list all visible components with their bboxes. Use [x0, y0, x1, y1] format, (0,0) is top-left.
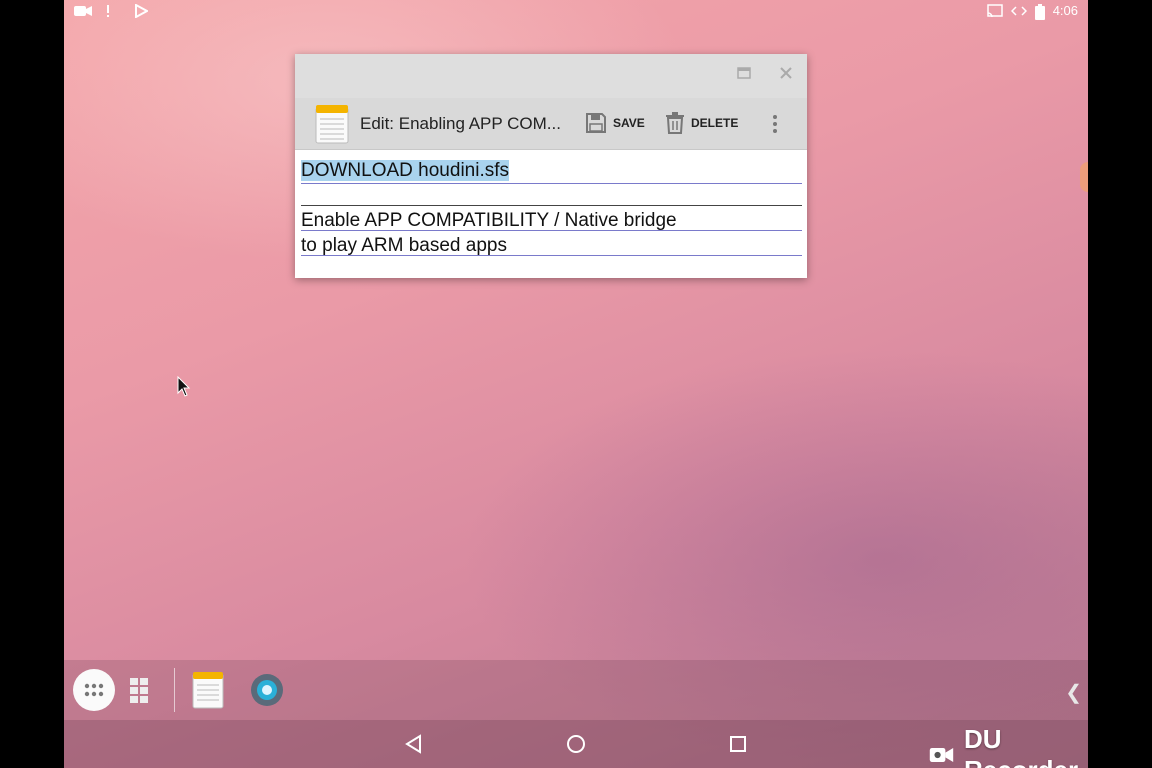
- body-underline-2: [301, 255, 802, 256]
- app-drawer-icon[interactable]: [72, 668, 116, 712]
- title-field[interactable]: DOWNLOAD houdini.sfs: [301, 160, 802, 182]
- battery-icon: [1034, 3, 1045, 20]
- play-store-icon: [134, 3, 150, 19]
- window-title-bar[interactable]: [295, 54, 807, 98]
- clock: 4:06: [1052, 3, 1078, 18]
- maximize-icon[interactable]: [735, 66, 753, 84]
- alert-icon: [104, 4, 120, 18]
- cast-icon: [986, 3, 1003, 18]
- body-field-line-1[interactable]: Enable APP COMPATIBILITY / Native bridge: [301, 210, 802, 232]
- recent-apps-grid-icon[interactable]: [122, 668, 166, 712]
- notepad-icon: [315, 104, 349, 144]
- recorder-camera-icon: [929, 747, 954, 763]
- notepad-app-icon[interactable]: [186, 668, 230, 712]
- recents-icon[interactable]: [726, 732, 750, 756]
- body-underline-1: [301, 230, 802, 231]
- watermark-text: DU Recorder: [963, 724, 1078, 768]
- android-desktop: 4:06 Edit: Enabling APP COM... SAVE DELE…: [64, 0, 1088, 768]
- edge-handle[interactable]: [1080, 162, 1088, 192]
- delete-label: DELETE: [691, 116, 739, 130]
- floppy-disk-icon: [586, 113, 606, 133]
- overflow-menu-icon[interactable]: [765, 112, 785, 138]
- du-recorder-watermark: DU Recorder: [929, 724, 1088, 768]
- body-field-line-2[interactable]: to play ARM based apps: [301, 235, 802, 257]
- home-icon[interactable]: [564, 732, 588, 756]
- taskbar-separator: [174, 668, 175, 712]
- back-icon[interactable]: [402, 732, 426, 756]
- field-divider: [301, 205, 802, 206]
- save-label: SAVE: [613, 116, 645, 130]
- mouse-pointer-icon: [177, 376, 191, 397]
- chevron-left-icon[interactable]: ❮: [1065, 680, 1082, 705]
- status-bar: 4:06: [64, 0, 1088, 24]
- note-body: DOWNLOAD houdini.sfs Enable APP COMPATIB…: [295, 150, 807, 278]
- note-title: Edit: Enabling APP COM...: [360, 114, 561, 133]
- editor-toolbar: Edit: Enabling APP COM... SAVE DELETE: [295, 98, 807, 150]
- delete-button[interactable]: DELETE: [665, 110, 738, 136]
- video-camera-icon: [74, 4, 92, 18]
- note-editor-window: Edit: Enabling APP COM... SAVE DELETE DO…: [295, 54, 807, 278]
- save-button[interactable]: SAVE: [585, 110, 645, 136]
- camera-app-icon[interactable]: [245, 668, 289, 712]
- taskbar: ❮: [64, 660, 1088, 720]
- trash-icon: [666, 112, 684, 134]
- selected-title-text: DOWNLOAD houdini.sfs: [301, 160, 510, 181]
- code-icon: [1010, 4, 1027, 18]
- close-icon[interactable]: [777, 66, 795, 84]
- title-underline: [301, 183, 802, 184]
